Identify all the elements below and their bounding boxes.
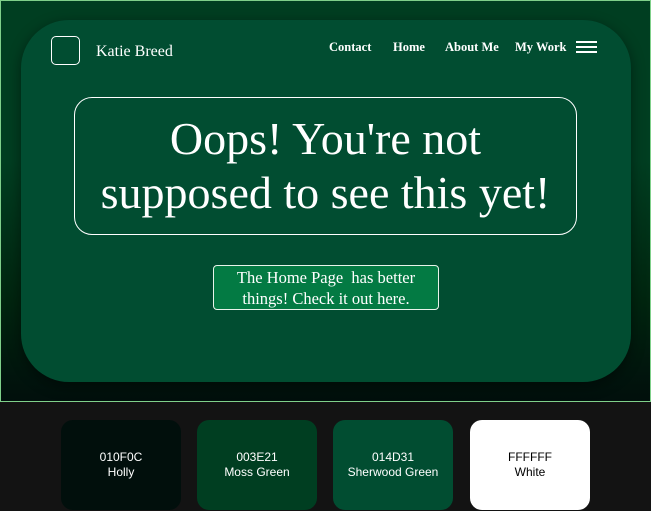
site-name[interactable]: Katie Breed [96, 43, 173, 61]
color-swatch-white: FFFFFF White [470, 420, 590, 510]
swatch-hex: 014D31 [371, 450, 415, 464]
cta-line-2: things! Check it out here. [242, 288, 410, 308]
headline-line-2: supposed to see this yet! [100, 167, 551, 218]
nav-link-contact[interactable]: Contact [329, 40, 371, 55]
headline-line-1: Oops! You're not [169, 113, 482, 164]
swatch-name: Holly [107, 465, 135, 479]
logo-square-icon[interactable] [51, 36, 80, 65]
nav-link-my-work[interactable]: My Work [515, 40, 567, 55]
swatch-name: Moss Green [224, 465, 290, 479]
swatch-hex: 003E21 [236, 450, 278, 464]
swatch-name: White [514, 465, 546, 479]
swatch-name: Sherwood Green [347, 465, 439, 479]
swatch-hex: FFFFFF [508, 450, 552, 464]
nav-link-about-me[interactable]: About Me [445, 40, 499, 55]
color-swatch-moss-green: 003E21 Moss Green [197, 420, 317, 510]
main-card: Katie Breed Contact Home About Me My Wor… [21, 20, 631, 382]
hamburger-menu-icon[interactable] [576, 41, 597, 53]
home-page-link-button[interactable]: The Home Page has better things! Check i… [213, 265, 439, 310]
color-swatch-holly: 010F0C Holly [61, 420, 181, 510]
hero-section: Katie Breed Contact Home About Me My Wor… [0, 0, 651, 402]
headline-box: Oops! You're not supposed to see this ye… [74, 97, 577, 235]
color-swatch-sherwood-green: 014D31 Sherwood Green [333, 420, 453, 510]
swatch-hex: 010F0C [99, 450, 143, 464]
page-title: Oops! You're not supposed to see this ye… [101, 112, 551, 220]
cta-line-1: The Home Page has better [236, 267, 416, 287]
nav-link-home[interactable]: Home [393, 40, 425, 55]
